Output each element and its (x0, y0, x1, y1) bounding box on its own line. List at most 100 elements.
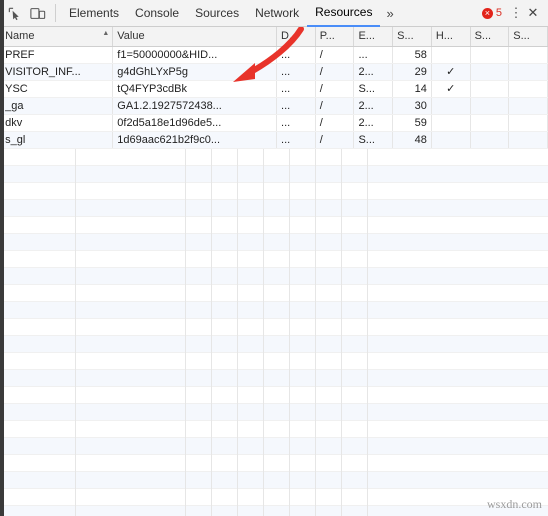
more-options-icon[interactable]: ⋮ (508, 6, 524, 19)
toolbar-right-group: × 5 ⋮ ✕ (481, 5, 546, 21)
device-toolbar-icon[interactable] (26, 1, 50, 25)
tab-resources[interactable]: Resources (307, 0, 381, 27)
table-empty-cell (76, 505, 187, 516)
table-empty-cell (186, 437, 213, 455)
table-empty-cell (76, 165, 187, 183)
column-header-httponly[interactable]: H... (431, 27, 471, 47)
cell-secure (470, 46, 510, 64)
table-empty-row (1, 284, 548, 302)
table-empty-cell (342, 437, 369, 455)
inspect-element-icon[interactable] (2, 1, 26, 25)
table-empty-cell (212, 318, 239, 336)
table-empty-cell (186, 233, 213, 251)
table-empty-row (1, 165, 548, 183)
table-empty-cell (76, 233, 187, 251)
table-empty-row (1, 267, 548, 285)
tab-network[interactable]: Network (247, 0, 307, 26)
cell-size: 29 (392, 63, 432, 81)
table-empty-cell (76, 267, 187, 285)
column-header-name[interactable]: Name (1, 27, 114, 47)
table-empty-cell (238, 216, 265, 234)
table-empty-cell (316, 148, 343, 166)
table-empty-cell (76, 216, 187, 234)
table-row[interactable]: s_gl 1d69aac621b2f9c0... ... / S... 48 (1, 131, 548, 149)
table-empty-cell (1, 454, 77, 472)
table-empty-cell (1, 233, 77, 251)
close-icon[interactable]: ✕ (524, 5, 542, 21)
table-empty-cell (316, 454, 343, 472)
tab-elements[interactable]: Elements (61, 0, 127, 26)
table-row[interactable]: _ga GA1.2.1927572438... ... / 2... 30 (1, 97, 548, 115)
table-empty-cell (290, 318, 317, 336)
table-empty-cell (342, 250, 369, 268)
table-empty-cell (290, 386, 317, 404)
table-empty-cell (342, 488, 369, 506)
table-empty-cell (342, 165, 369, 183)
column-header-samesite[interactable]: S... (508, 27, 548, 47)
table-empty-cell (212, 148, 239, 166)
table-empty-cell (342, 471, 369, 489)
table-empty-rows (1, 148, 548, 516)
table-empty-cell (290, 369, 317, 387)
tab-sources[interactable]: Sources (187, 0, 247, 26)
table-row[interactable]: YSC tQ4FYP3cdBk ... / S... 14 ✓ (1, 80, 548, 98)
table-row[interactable]: PREF f1=50000000&HID... ... / ... 58 (1, 46, 548, 64)
column-header-expires[interactable]: E... (353, 27, 394, 47)
table-empty-cell (264, 233, 291, 251)
column-header-size[interactable]: S... (392, 27, 432, 47)
table-empty-cell (238, 250, 265, 268)
table-empty-cell (76, 420, 187, 438)
table-empty-row (1, 216, 548, 234)
cell-path: / (315, 114, 355, 132)
cell-name: YSC (1, 80, 114, 98)
table-empty-row (1, 488, 548, 506)
table-empty-cell (316, 420, 343, 438)
table-row[interactable]: VISITOR_INF... g4dGhLYxP5g ... / 2... 29… (1, 63, 548, 81)
cell-samesite (508, 80, 548, 98)
table-empty-cell (290, 335, 317, 353)
table-empty-cell (316, 386, 343, 404)
table-empty-cell (264, 318, 291, 336)
cookies-table-pane[interactable]: Name Value D... P... E... S... H... S...… (1, 27, 548, 516)
table-empty-cell (342, 403, 369, 421)
cell-path: / (315, 46, 355, 64)
table-empty-row (1, 335, 548, 353)
table-empty-cell (290, 250, 317, 268)
table-row[interactable]: dkv 0f2d5a18e1d96de5... ... / 2... 59 (1, 114, 548, 132)
column-header-path[interactable]: P... (315, 27, 355, 47)
table-empty-cell (238, 233, 265, 251)
table-empty-cell (186, 420, 213, 438)
table-empty-cell (290, 505, 317, 516)
table-empty-cell (212, 233, 239, 251)
cell-secure (470, 63, 510, 81)
column-header-secure[interactable]: S... (470, 27, 510, 47)
table-empty-cell (316, 301, 343, 319)
error-count-badge[interactable]: × 5 (481, 7, 502, 19)
cell-path: / (315, 97, 355, 115)
table-empty-cell (316, 403, 343, 421)
cookies-table-header-row: Name Value D... P... E... S... H... S...… (1, 27, 548, 47)
table-empty-cell (290, 488, 317, 506)
table-empty-cell (186, 335, 213, 353)
table-empty-cell (238, 318, 265, 336)
table-empty-cell (212, 216, 239, 234)
table-empty-cell (238, 437, 265, 455)
table-empty-cell (76, 301, 187, 319)
cell-expires: S... (353, 131, 394, 149)
table-empty-cell (238, 403, 265, 421)
table-empty-cell (342, 148, 369, 166)
table-empty-row (1, 471, 548, 489)
cell-value: 1d69aac621b2f9c0... (112, 131, 278, 149)
table-empty-cell (290, 352, 317, 370)
table-empty-row (1, 182, 548, 200)
table-empty-cell (1, 403, 77, 421)
table-empty-cell (186, 284, 213, 302)
cell-samesite (508, 63, 548, 81)
column-header-domain[interactable]: D... (276, 27, 316, 47)
column-header-value[interactable]: Value (112, 27, 278, 47)
table-empty-cell (316, 369, 343, 387)
table-empty-cell (316, 488, 343, 506)
tab-console[interactable]: Console (127, 0, 187, 26)
tab-overflow-button[interactable]: » (380, 6, 398, 21)
table-empty-cell (76, 318, 187, 336)
